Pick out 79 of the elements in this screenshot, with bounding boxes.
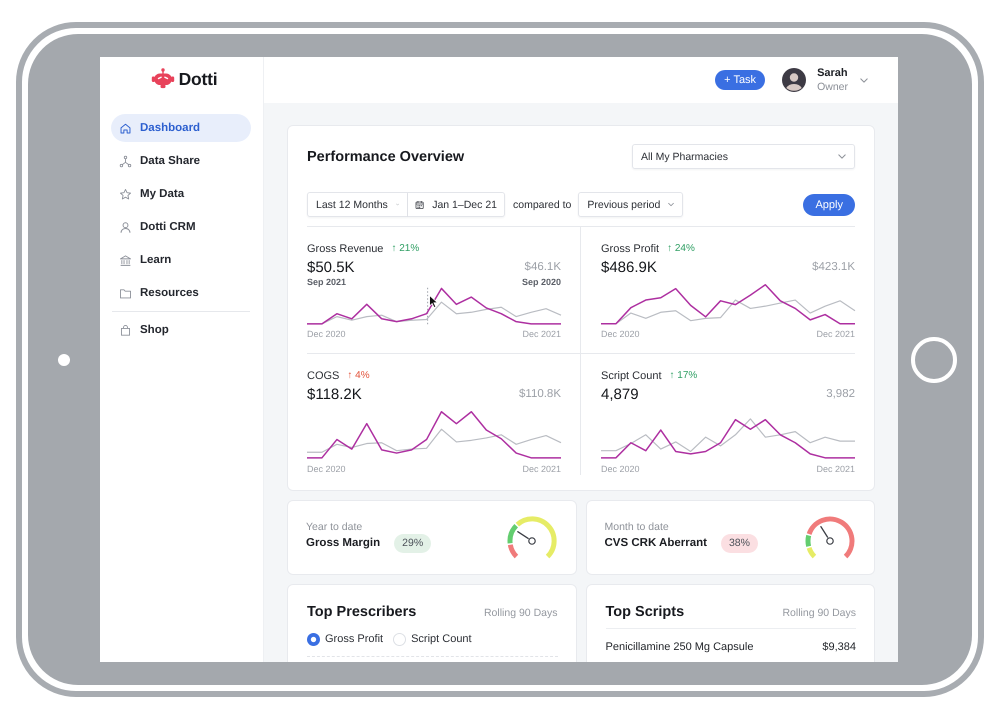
section-title: Performance Overview xyxy=(307,148,464,164)
sidebar-nav-item[interactable]: Shop xyxy=(111,316,251,344)
drug-amount: $9,384 xyxy=(822,641,856,653)
metric-value: $50.5K xyxy=(307,258,355,276)
previous-value: $46.1K xyxy=(524,261,561,273)
kpi-label: Gross Margin xyxy=(306,537,380,549)
metric-value: $118.2K xyxy=(307,386,362,402)
add-task-button[interactable]: + Task xyxy=(715,70,766,90)
home-button[interactable] xyxy=(911,336,957,382)
pointer-icon xyxy=(428,295,437,308)
metric-label: Gross Profit xyxy=(601,242,660,254)
home-icon xyxy=(119,122,132,134)
needle-pivot xyxy=(826,537,834,545)
calendar-icon xyxy=(415,198,424,210)
radio-option[interactable]: Script Count xyxy=(393,630,472,648)
drug-name: Penicillamine 250 Mg Capsule xyxy=(606,641,754,653)
period-label: Month to date xyxy=(604,520,670,534)
radio-icon[interactable] xyxy=(307,632,320,646)
chevron-down-icon[interactable] xyxy=(860,78,868,82)
card-title: Top Scripts xyxy=(606,603,684,621)
axis-date-label: Dec 2021 xyxy=(522,464,561,474)
date-range-button[interactable]: Jan 1–Dec 21 xyxy=(408,192,505,217)
kpi-label: CVS CRK Aberrant xyxy=(604,537,707,549)
period-label: Rolling 90 Days xyxy=(782,607,856,619)
user-role: Owner xyxy=(817,80,848,94)
shopping-bag-icon xyxy=(119,324,132,336)
axis-date-label: Dec 2021 xyxy=(816,464,855,474)
user-avatar xyxy=(782,68,806,92)
sidebar-nav-item[interactable]: Dotti CRM xyxy=(111,213,251,241)
metric-change: ↑ 21% xyxy=(391,243,420,254)
card-title: Top Prescribers xyxy=(307,603,416,621)
bank-icon xyxy=(119,254,132,266)
logo-text: Dotti xyxy=(178,68,218,90)
range-dropdown[interactable]: Last 12 Months xyxy=(307,192,408,217)
radio-option[interactable]: Gross Profit xyxy=(307,630,384,648)
metric-change: ↑ 17% xyxy=(670,370,698,381)
axis-date-label: Dec 2020 xyxy=(601,464,640,474)
percent-badge: 38% xyxy=(720,534,758,552)
user-name: Sarah xyxy=(817,66,848,80)
previous-value: 3,982 xyxy=(826,388,855,400)
metric-label: Gross Revenue xyxy=(307,242,384,254)
axis-date-label: Dec 2021 xyxy=(522,328,561,338)
period-label: Rolling 90 Days xyxy=(484,607,558,619)
period-label: Year to date xyxy=(306,520,364,534)
percent-badge: 29% xyxy=(394,534,432,552)
metric-label: COGS xyxy=(307,370,340,382)
sidebar-nav-item[interactable]: My Data xyxy=(111,180,251,208)
previous-value: $423.1K xyxy=(812,261,855,273)
robot-logo-icon xyxy=(150,68,175,90)
axis-date-label: Dec 2020 xyxy=(307,328,346,338)
sidebar-nav-item[interactable]: Dashboard xyxy=(111,114,251,142)
sidebar-nav-item[interactable]: Resources xyxy=(111,279,251,307)
chevron-down-icon xyxy=(838,154,846,159)
comparison-dropdown[interactable]: Previous period xyxy=(578,192,684,217)
compare-label: compared to xyxy=(513,198,572,210)
metric-value: $486.9K xyxy=(601,258,657,276)
metric-change: ↑ 4% xyxy=(347,370,370,381)
hover-date: Sep 2021 xyxy=(307,276,346,286)
person-icon xyxy=(119,220,132,234)
metric-change: ↑ 24% xyxy=(667,243,695,254)
folder-icon xyxy=(119,286,132,300)
axis-date-label: Dec 2020 xyxy=(307,464,346,474)
sidebar-nav-item[interactable]: Learn xyxy=(111,246,251,274)
radio-icon[interactable] xyxy=(393,632,406,646)
needle-pivot xyxy=(528,537,536,545)
network-icon xyxy=(119,154,132,168)
metric-value: 4,879 xyxy=(601,386,639,402)
axis-date-label: Dec 2021 xyxy=(816,328,855,338)
sidebar-nav-item[interactable]: Data Share xyxy=(111,147,251,175)
hover-line xyxy=(427,287,428,326)
hover-date: Sep 2020 xyxy=(522,276,561,286)
pharmacy-dropdown[interactable]: All My Pharmacies xyxy=(632,144,855,169)
chevron-down-icon xyxy=(668,202,674,207)
star-icon xyxy=(119,188,132,200)
metric-label: Script Count xyxy=(601,370,662,382)
axis-date-label: Dec 2020 xyxy=(601,328,640,338)
apply-button[interactable]: Apply xyxy=(803,194,855,216)
previous-value: $110.8K xyxy=(519,388,561,400)
camera-icon xyxy=(58,354,70,366)
